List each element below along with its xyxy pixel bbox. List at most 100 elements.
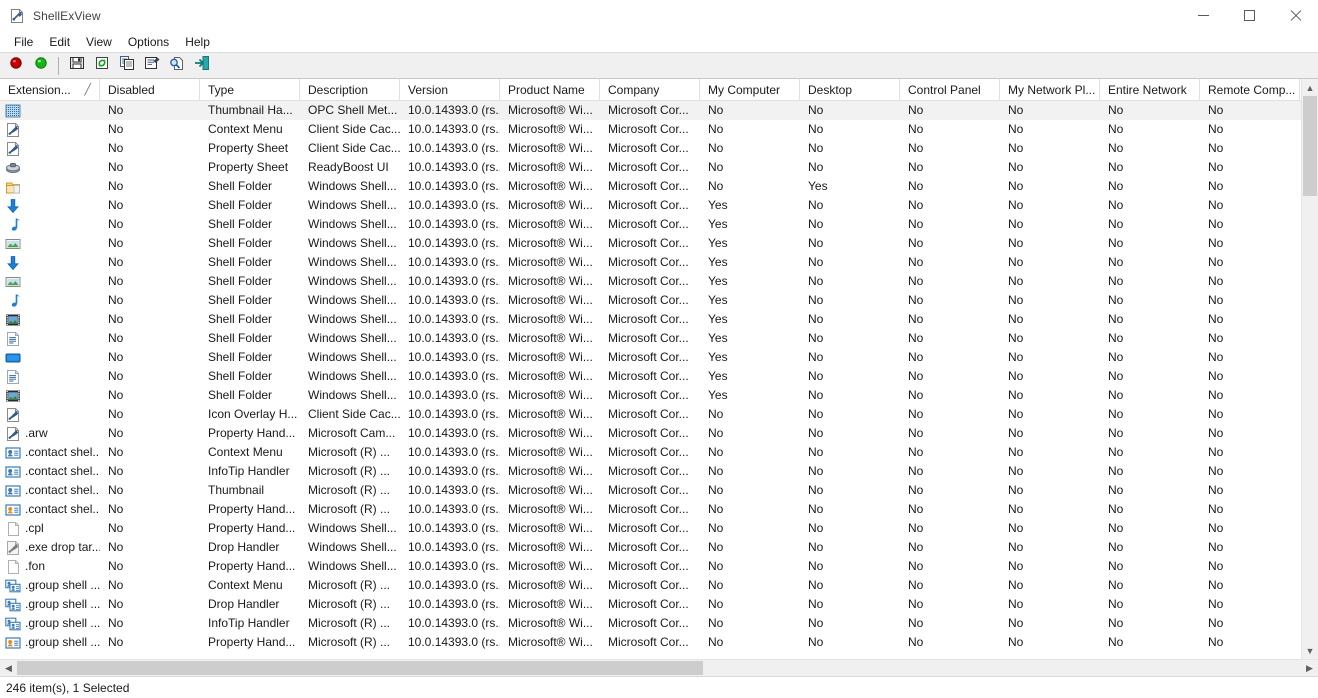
table-row[interactable]: .cplNoProperty Hand...Windows Shell...10… <box>0 519 1318 538</box>
cell-description: Windows Shell... <box>300 557 400 576</box>
table-row[interactable]: NoThumbnail Ha...OPC Shell Met...10.0.14… <box>0 101 1318 120</box>
cell-remote_comp: No <box>1200 158 1300 177</box>
scroll-down-button[interactable]: ▼ <box>1302 642 1318 659</box>
horizontal-scroll-track[interactable] <box>17 660 1301 676</box>
column-header-desktop[interactable]: Desktop <box>800 79 900 101</box>
table-row[interactable]: NoShell FolderWindows Shell...10.0.14393… <box>0 177 1318 196</box>
maximize-button[interactable] <box>1226 0 1272 32</box>
table-row[interactable]: NoShell FolderWindows Shell...10.0.14393… <box>0 329 1318 348</box>
column-header-control_panel[interactable]: Control Panel <box>900 79 1000 101</box>
cell-company: Microsoft Cor... <box>600 462 700 481</box>
cell-extension <box>0 329 100 348</box>
column-header-description[interactable]: Description <box>300 79 400 101</box>
scroll-up-button[interactable]: ▲ <box>1302 79 1318 96</box>
column-header-product_name[interactable]: Product Name <box>500 79 600 101</box>
menu-item-file[interactable]: File <box>6 33 41 51</box>
table-row[interactable]: NoShell FolderWindows Shell...10.0.14393… <box>0 253 1318 272</box>
scroll-left-button[interactable]: ◀ <box>0 660 17 676</box>
cell-entire_network: No <box>1100 253 1200 272</box>
save-button[interactable] <box>65 54 89 77</box>
table-row[interactable]: .group shell ...NoContext MenuMicrosoft … <box>0 576 1318 595</box>
cell-desktop: No <box>800 139 900 158</box>
cell-desktop: No <box>800 557 900 576</box>
column-header-my_computer[interactable]: My Computer <box>700 79 800 101</box>
cell-description: Windows Shell... <box>300 272 400 291</box>
vertical-scroll-thumb[interactable] <box>1303 96 1317 196</box>
cell-product_name: Microsoft® Wi... <box>500 291 600 310</box>
table-row[interactable]: .group shell ...NoDrop HandlerMicrosoft … <box>0 595 1318 614</box>
properties-button[interactable] <box>140 54 164 77</box>
cell-product_name: Microsoft® Wi... <box>500 367 600 386</box>
table-row[interactable]: .group shell ...NoProperty Hand...Micros… <box>0 633 1318 652</box>
cell-disabled: No <box>100 595 200 614</box>
cell-my_network: No <box>1000 291 1100 310</box>
copy-button[interactable] <box>115 54 139 77</box>
column-header-extension[interactable]: Extension...╱ <box>0 79 100 101</box>
cell-extension: .arw <box>0 424 100 443</box>
table-row[interactable]: NoIcon Overlay H...Client Side Cac...10.… <box>0 405 1318 424</box>
cell-remote_comp: No <box>1200 633 1300 652</box>
table-row[interactable]: NoShell FolderWindows Shell...10.0.14393… <box>0 196 1318 215</box>
table-row[interactable]: NoShell FolderWindows Shell...10.0.14393… <box>0 234 1318 253</box>
cell-entire_network: No <box>1100 633 1200 652</box>
cell-my_network: No <box>1000 215 1100 234</box>
cell-desktop: No <box>800 405 900 424</box>
horizontal-scroll-thumb[interactable] <box>17 661 703 675</box>
table-row[interactable]: NoShell FolderWindows Shell...10.0.14393… <box>0 272 1318 291</box>
table-row[interactable]: NoShell FolderWindows Shell...10.0.14393… <box>0 348 1318 367</box>
menu-item-help[interactable]: Help <box>177 33 218 51</box>
column-header-disabled[interactable]: Disabled <box>100 79 200 101</box>
table-row[interactable]: NoShell FolderWindows Shell...10.0.14393… <box>0 215 1318 234</box>
menu-item-options[interactable]: Options <box>120 33 177 51</box>
cell-my_computer: No <box>700 614 800 633</box>
column-header-remote_comp[interactable]: Remote Comp... <box>1200 79 1300 101</box>
menu-item-edit[interactable]: Edit <box>41 33 78 51</box>
table-row[interactable]: NoShell FolderWindows Shell...10.0.14393… <box>0 386 1318 405</box>
cell-disabled: No <box>100 120 200 139</box>
close-button[interactable] <box>1272 0 1318 32</box>
cell-control_panel: No <box>900 500 1000 519</box>
toolbar-separator <box>58 57 59 75</box>
gray-page-pin-icon <box>5 540 21 556</box>
scroll-right-button[interactable]: ▶ <box>1301 660 1318 676</box>
cell-company: Microsoft Cor... <box>600 614 700 633</box>
cell-my_network: No <box>1000 443 1100 462</box>
table-row[interactable]: .group shell ...NoInfoTip HandlerMicroso… <box>0 614 1318 633</box>
column-header-company[interactable]: Company <box>600 79 700 101</box>
table-row[interactable]: .exe drop tar...NoDrop HandlerWindows Sh… <box>0 538 1318 557</box>
column-header-version[interactable]: Version <box>400 79 500 101</box>
column-header-my_network[interactable]: My Network Pl... <box>1000 79 1100 101</box>
cell-extension: .exe drop tar... <box>0 538 100 557</box>
table-row[interactable]: .contact shel...NoInfoTip HandlerMicroso… <box>0 462 1318 481</box>
table-row[interactable]: NoProperty SheetClient Side Cac...10.0.1… <box>0 139 1318 158</box>
horizontal-scrollbar[interactable]: ◀ ▶ <box>0 659 1318 676</box>
table-row[interactable]: .contact shel...NoContext MenuMicrosoft … <box>0 443 1318 462</box>
table-row[interactable]: NoShell FolderWindows Shell...10.0.14393… <box>0 291 1318 310</box>
cell-my_computer: Yes <box>700 386 800 405</box>
table-row[interactable]: .arwNoProperty Hand...Microsoft Cam...10… <box>0 424 1318 443</box>
column-header-type[interactable]: Type <box>200 79 300 101</box>
cell-disabled: No <box>100 443 200 462</box>
find-button[interactable] <box>165 54 189 77</box>
cell-my_network: No <box>1000 405 1100 424</box>
menu-item-view[interactable]: View <box>78 33 120 51</box>
cell-entire_network: No <box>1100 120 1200 139</box>
column-header-entire_network[interactable]: Entire Network <box>1100 79 1200 101</box>
table-row[interactable]: NoShell FolderWindows Shell...10.0.14393… <box>0 367 1318 386</box>
exit-button[interactable] <box>190 54 214 77</box>
column-header-label: Version <box>408 83 448 97</box>
table-row[interactable]: NoContext MenuClient Side Cac...10.0.143… <box>0 120 1318 139</box>
table-row[interactable]: NoProperty SheetReadyBoost UI10.0.14393.… <box>0 158 1318 177</box>
table-row[interactable]: NoShell FolderWindows Shell...10.0.14393… <box>0 310 1318 329</box>
enable-selected-items-button[interactable] <box>29 54 53 77</box>
vertical-scrollbar[interactable]: ▲ ▼ <box>1301 79 1318 659</box>
disable-selected-items-button[interactable] <box>4 54 28 77</box>
vertical-scroll-track[interactable] <box>1302 96 1318 642</box>
refresh-button[interactable] <box>90 54 114 77</box>
table-row[interactable]: .fonNoProperty Hand...Windows Shell...10… <box>0 557 1318 576</box>
minimize-button[interactable] <box>1180 0 1226 32</box>
table-row[interactable]: .contact shel...NoThumbnailMicrosoft (R)… <box>0 481 1318 500</box>
table-row[interactable]: .contact shel...NoProperty Hand...Micros… <box>0 500 1318 519</box>
cell-company: Microsoft Cor... <box>600 253 700 272</box>
cell-description: Windows Shell... <box>300 253 400 272</box>
